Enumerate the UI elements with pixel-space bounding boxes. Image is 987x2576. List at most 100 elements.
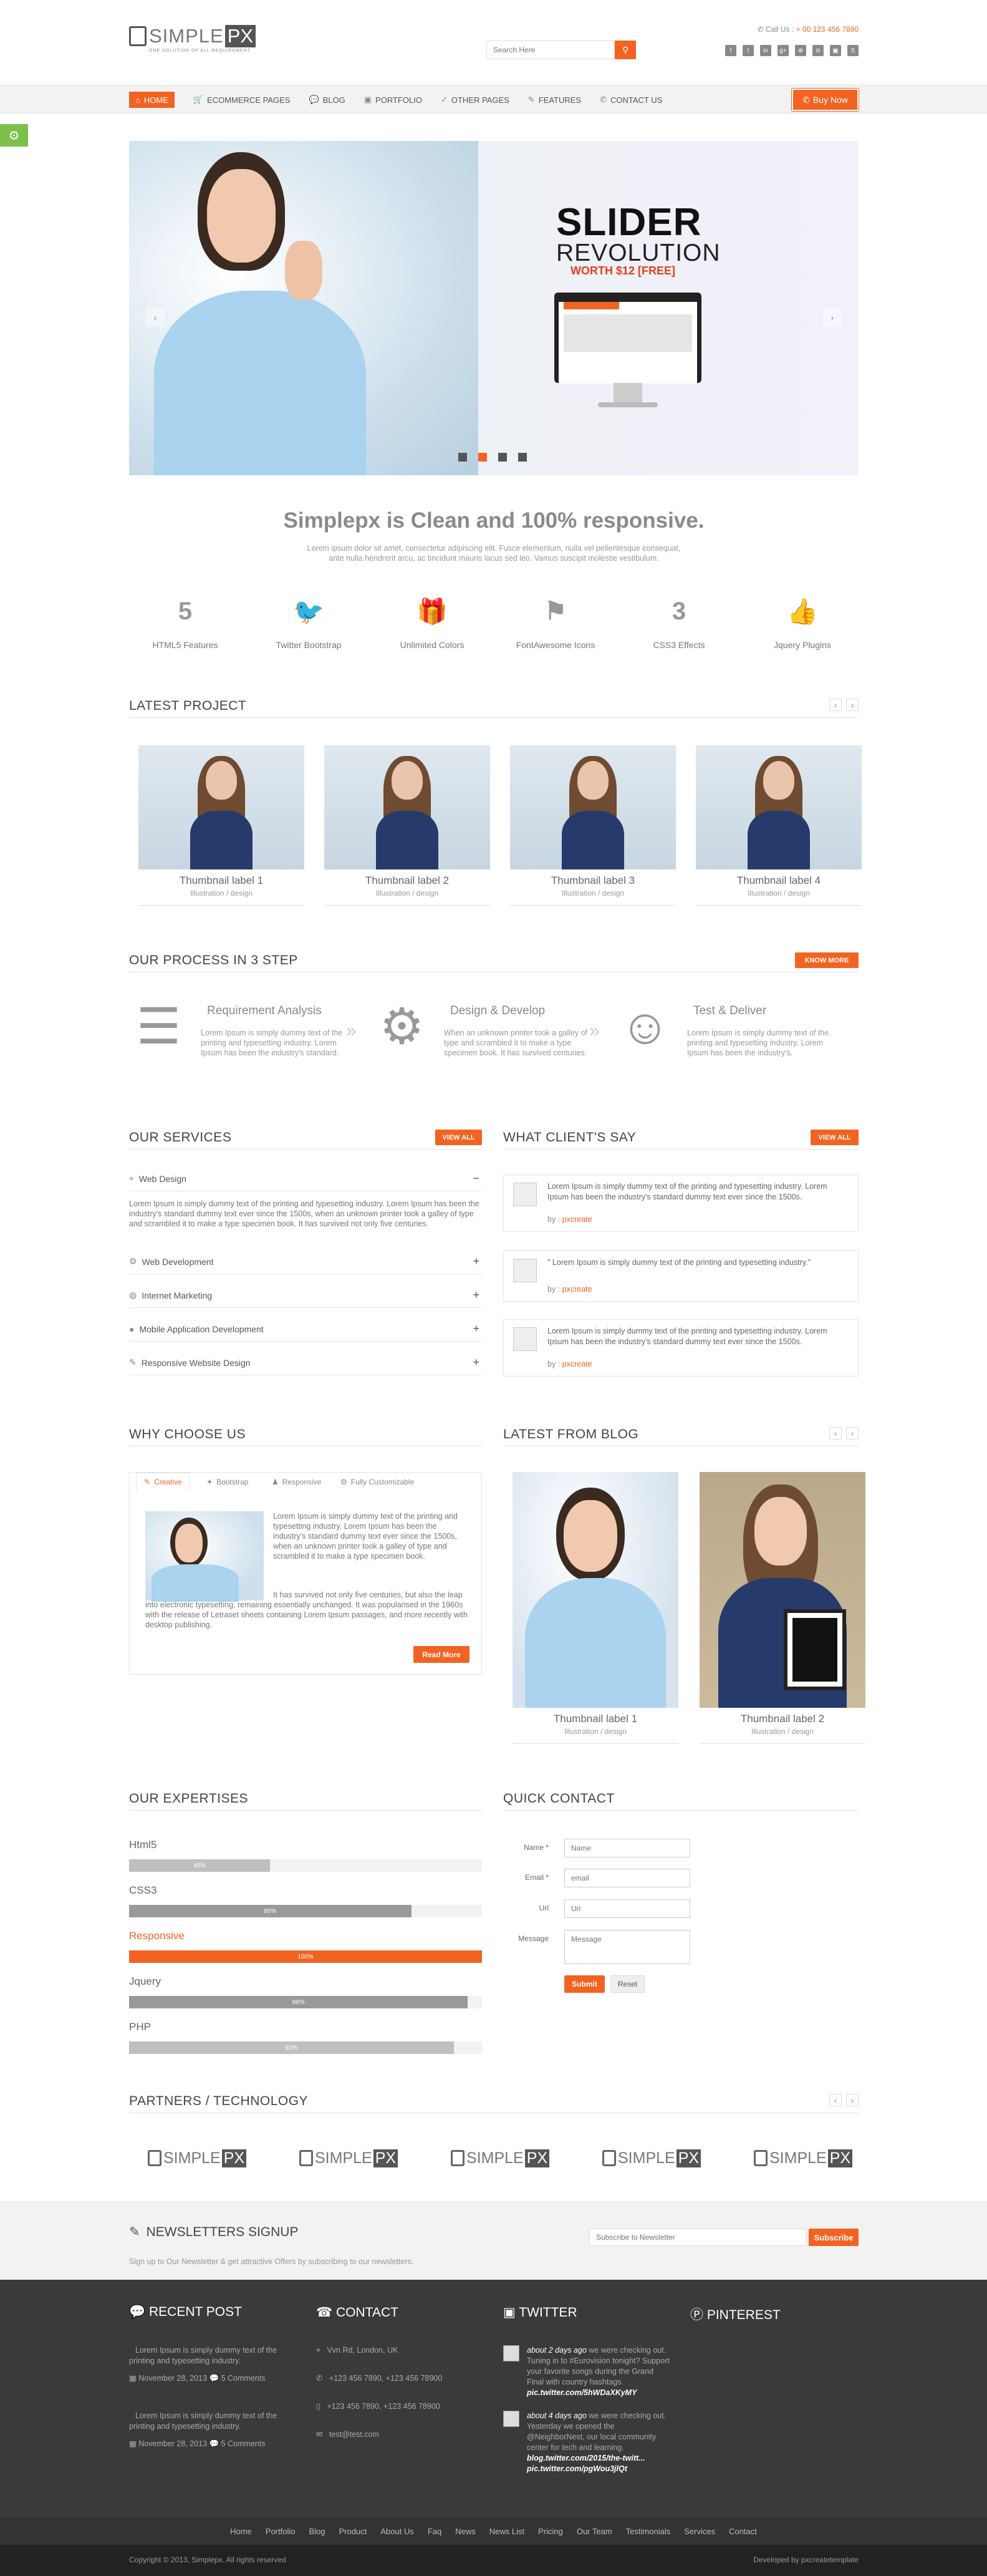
project-next-arrow[interactable]: › [846, 699, 859, 711]
buy-now-button[interactable]: ✆ Buy Now [791, 88, 859, 112]
accordion-item[interactable]: ● Mobile Application Development + [129, 1317, 482, 1342]
thumbnail-image [510, 745, 676, 869]
home-icon: ⌂ [135, 95, 140, 105]
developer-credit[interactable]: Developed by pxcreatetemplate [672, 2555, 859, 2564]
footer-email[interactable]: ✉ test@test.com [316, 2429, 379, 2440]
tab-creative[interactable]: ✎ Creative [136, 1473, 190, 1491]
thumbnail-card[interactable]: Thumbnail label 3 Illustration / design [510, 745, 676, 906]
site-logo[interactable]: SIMPLE PX ONE SOLUTION OF ALL REQUIREMEN… [129, 25, 256, 57]
social-icon[interactable]: ⊖ [812, 45, 824, 56]
social-icon[interactable]: in [760, 45, 771, 56]
nav-item-contact-us[interactable]: ✆ CONTACT US [600, 95, 662, 105]
know-more-button[interactable]: KNOW MORE [795, 952, 859, 968]
reset-button[interactable]: Reset [610, 1975, 645, 1993]
footer-link[interactable]: News [455, 2527, 476, 2536]
nav-item-portfolio[interactable]: ▣ PORTFOLIO [364, 95, 422, 105]
thumbnail-card[interactable]: Thumbnail label 2 Illustration / design [324, 745, 490, 906]
footer-link[interactable]: Home [230, 2527, 252, 2536]
services-view-all-button[interactable]: VIEW ALL [435, 1130, 482, 1145]
nav-item-other-pages[interactable]: ✓ OTHER PAGES [441, 95, 509, 105]
search-button[interactable]: ⚲ [615, 41, 636, 59]
slider-prev-arrow[interactable]: ‹ [146, 308, 165, 327]
recent-post-text[interactable]: Lorem Ipsum is simply dummy text of the … [129, 2411, 297, 2432]
project-prev-arrow[interactable]: ‹ [829, 699, 842, 711]
nav-item-blog[interactable]: 💬 BLOG [309, 95, 345, 105]
footer-link[interactable]: Pricing [538, 2527, 563, 2536]
newsletter-input[interactable] [589, 2229, 806, 2246]
accordion-item[interactable]: ◍ Internet Marketing + [129, 1283, 482, 1308]
search-input[interactable] [486, 41, 615, 59]
form-field-email[interactable] [564, 1869, 690, 1887]
phone-number[interactable]: + 00 123 456 7890 [796, 25, 859, 34]
nav-label: OTHER PAGES [451, 95, 509, 105]
testimonial-text: Lorem Ipsum is simply dummy text of the … [547, 1327, 827, 1346]
partner-logo[interactable]: SIMPLE PX [148, 2146, 251, 2171]
blog-card[interactable]: Thumbnail label 2 Illustration / design [700, 1472, 865, 1744]
partner-logo[interactable]: SIMPLE PX [299, 2146, 403, 2171]
footer-link[interactable]: Product [339, 2527, 367, 2536]
author-link[interactable]: pxcreate [562, 1360, 592, 1368]
slider-dot-active[interactable] [478, 453, 487, 462]
style-switcher-toggle[interactable]: ⚙ [0, 124, 28, 147]
process-steps: ☰ Requirement Analysis Lorem Ipsum is simp… [129, 997, 859, 1078]
footer-link[interactable]: Testimonials [626, 2527, 671, 2536]
accordion-item[interactable]: ⚙ Web Development + [129, 1249, 482, 1274]
form-field-url[interactable] [564, 1899, 690, 1918]
testimonial-author: by : pxcreate [547, 1285, 592, 1294]
nav-item-ecommerce-pages[interactable]: 🛒 ECOMMERCE PAGES [193, 95, 291, 105]
footer-link[interactable]: Portfolio [266, 2527, 296, 2536]
slider-dot[interactable] [498, 453, 507, 462]
partners-prev-arrow[interactable]: ‹ [829, 2094, 842, 2106]
slider-dot[interactable] [518, 453, 527, 462]
footer-link[interactable]: Services [684, 2527, 715, 2536]
slider-next-arrow[interactable]: › [823, 308, 842, 327]
partner-logo[interactable]: SIMPLE PX [451, 2146, 554, 2171]
accordion-open-header[interactable]: ⌖ Web Design − [129, 1166, 482, 1191]
thumbnail-label: Thumbnail label 3 [551, 874, 635, 886]
footer-link[interactable]: About Us [380, 2527, 413, 2536]
tab-responsive[interactable]: ♟ Responsive [264, 1473, 329, 1491]
nav-item-features[interactable]: ✎ FEATURES [528, 95, 581, 105]
accordion-item[interactable]: ✎ Responsive Website Design + [129, 1350, 482, 1375]
recent-post-text[interactable]: Lorem Ipsum is simply dummy text of the … [129, 2345, 297, 2366]
footer-link[interactable]: Contact [729, 2527, 757, 2536]
thumbnail-card[interactable]: Thumbnail label 4 Illustration / design [696, 745, 862, 906]
footer-link[interactable]: News List [489, 2527, 524, 2536]
clients-view-all-button[interactable]: VIEW ALL [811, 1130, 859, 1145]
read-more-button[interactable]: Read More [413, 1646, 469, 1663]
social-icon[interactable]: g+ [778, 45, 789, 56]
form-field-message[interactable] [564, 1930, 690, 1964]
tab-fully-customizable[interactable]: ⚙ Fully Customizable [332, 1473, 422, 1491]
footer-link[interactable]: Our Team [577, 2527, 612, 2536]
social-icon[interactable]: ▣ [830, 45, 841, 56]
form-field-name[interactable] [564, 1839, 690, 1857]
feature-label: Jquery Plugins [774, 640, 831, 650]
author-link[interactable]: pxcreate [562, 1215, 592, 1224]
slider-dot[interactable] [458, 453, 467, 462]
testimonial-author: by : pxcreate [547, 1360, 592, 1368]
header: SIMPLE PX ONE SOLUTION OF ALL REQUIREMEN… [0, 0, 987, 85]
person-photo [562, 756, 624, 869]
tab-bootstrap[interactable]: ✦ Bootstrap [198, 1473, 256, 1491]
footer-link[interactable]: Blog [309, 2527, 325, 2536]
nav-item-home[interactable]: ⌂ HOME [129, 92, 175, 108]
author-link[interactable]: pxcreate [562, 1285, 592, 1294]
blog-prev-arrow[interactable]: ‹ [829, 1427, 842, 1440]
blog-next-arrow[interactable]: › [846, 1427, 859, 1440]
thumbnail-image [138, 745, 304, 869]
social-icon[interactable]: f [725, 45, 736, 56]
partners-next-arrow[interactable]: › [846, 2094, 859, 2106]
social-icon[interactable]: t [743, 45, 754, 56]
footer-link[interactable]: Faq [428, 2527, 441, 2536]
social-icon[interactable]: ⊕ [795, 45, 806, 56]
submit-button[interactable]: Submit [564, 1975, 605, 1993]
double-chevron-icon: » [589, 1020, 600, 1041]
blog-card[interactable]: Thumbnail label 1 Illustration / design [513, 1472, 678, 1744]
progress-bar: 100% [129, 1950, 482, 1963]
partner-logo[interactable]: SIMPLE PX [754, 2146, 857, 2171]
cog-icon: ⚙ [379, 999, 425, 1054]
social-icon[interactable]: S [847, 45, 859, 56]
subscribe-button[interactable]: Subscribe [809, 2229, 859, 2246]
partner-logo[interactable]: SIMPLE PX [602, 2146, 706, 2171]
thumbnail-card[interactable]: Thumbnail label 1 Illustration / design [138, 745, 304, 906]
